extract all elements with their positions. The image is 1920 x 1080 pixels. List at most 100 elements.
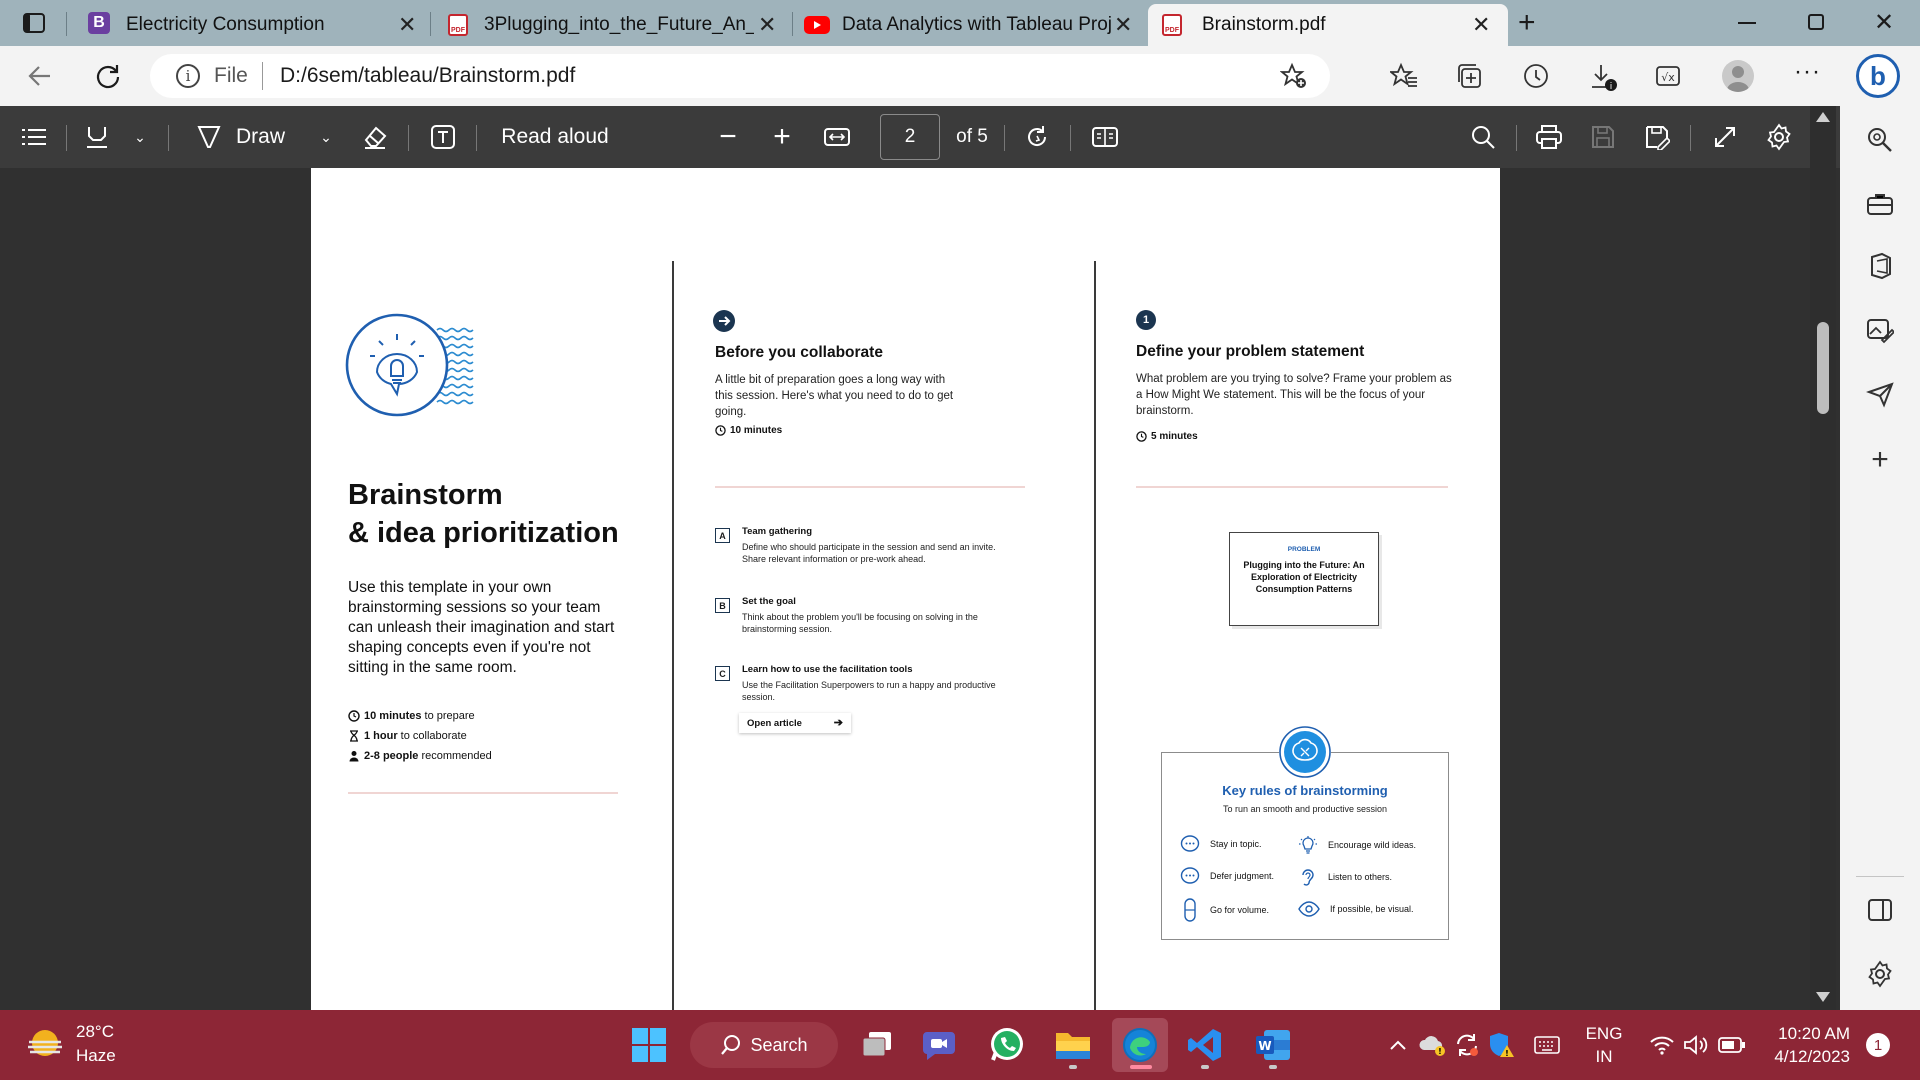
highlight-icon[interactable] [80,106,114,168]
volume-icon[interactable] [1680,1018,1712,1072]
history-icon[interactable] [1522,62,1550,90]
tab-electricity-consumption[interactable]: B Electricity Consumption ✕ [80,4,420,46]
send-icon[interactable] [1860,374,1900,414]
close-tab-icon[interactable]: ✕ [1472,12,1490,38]
add-favorite-icon[interactable] [1280,62,1308,90]
step-number-badge: 1 [1136,310,1156,330]
onedrive-icon[interactable]: ! [1418,1018,1448,1072]
edge-taskbar-icon[interactable] [1112,1018,1168,1072]
bing-chat-icon[interactable]: b [1856,54,1900,98]
page-view-icon[interactable] [1090,106,1120,168]
print-icon[interactable] [1534,106,1564,168]
tab-brainstorm-pdf[interactable]: PDF Brainstorm.pdf ✕ [1148,4,1508,46]
info-icon[interactable]: i [176,64,200,88]
arrow-right-icon: ➔ [833,717,843,729]
vertical-scrollbar[interactable] [1810,106,1836,1010]
sync-icon[interactable] [1452,1018,1482,1072]
clock-icon [348,710,360,722]
close-tab-icon[interactable]: ✕ [398,12,416,38]
column-divider [1094,261,1096,1010]
word-icon[interactable]: W [1248,1018,1298,1072]
close-window-icon[interactable]: ✕ [1874,8,1894,37]
wifi-icon[interactable] [1648,1018,1676,1072]
tab-actions-icon[interactable] [22,11,46,35]
close-tab-icon[interactable]: ✕ [1114,12,1132,38]
tab-title: Data Analytics with Tableau Proje [842,14,1112,35]
find-icon[interactable] [1468,106,1498,168]
taskbar-search[interactable]: Search [690,1022,838,1068]
rule-item: Defer judgment. [1180,867,1274,885]
file-explorer-icon[interactable] [1048,1018,1098,1072]
security-icon[interactable]: ! [1486,1018,1516,1072]
lightbulb-icon [1299,836,1317,854]
save-icon[interactable] [1588,106,1618,168]
whatsapp-icon[interactable] [982,1018,1032,1072]
clock[interactable]: 10:20 AM 4/12/2023 [1760,1022,1850,1068]
page-total: of 5 [952,106,992,168]
task-view-icon[interactable] [852,1018,902,1072]
step-text: Use the Facilitation Superpowers to run … [742,680,996,702]
contents-icon[interactable] [18,106,50,168]
read-aloud-button[interactable]: Read aloud [500,106,610,168]
problem-statement-text: What problem are you trying to solve? Fr… [1136,373,1452,417]
notification-badge[interactable]: 1 [1866,1033,1890,1057]
step-letter-box: A [715,528,730,543]
fullscreen-icon[interactable] [1710,106,1740,168]
hourglass-icon [350,730,358,742]
teams-chat-icon[interactable] [914,1018,964,1072]
fit-width-icon[interactable] [822,106,852,168]
zoom-out-icon[interactable]: − [716,106,740,168]
add-sidebar-app-icon[interactable]: + [1860,440,1900,480]
favorites-icon[interactable] [1390,62,1418,90]
start-button[interactable] [622,1018,676,1072]
settings-icon[interactable] [1764,106,1794,168]
touch-keyboard-icon[interactable] [1532,1018,1562,1072]
tools-icon[interactable] [1860,184,1900,224]
draw-button[interactable]: Draw [196,106,296,168]
stat-prepare: 10 minutes to prepare [348,706,492,726]
math-solver-icon[interactable]: √x [1654,62,1682,90]
step-title: Set the goal [742,596,796,607]
svg-text:i: i [1610,82,1613,92]
minimize-icon[interactable] [1738,22,1756,24]
text-box-icon[interactable] [426,106,460,168]
tab-plugging-pdf[interactable]: PDF 3Plugging_into_the_Future_An_E ✕ [436,4,786,46]
close-tab-icon[interactable]: ✕ [758,12,776,38]
restore-icon[interactable] [1808,14,1824,30]
url-text[interactable]: D:/6sem/tableau/Brainstorm.pdf [280,64,575,88]
zoom-in-icon[interactable]: + [770,106,794,168]
image-creator-icon[interactable] [1860,310,1900,350]
brain-badge-icon [1279,726,1331,778]
new-tab-icon[interactable]: + [1518,6,1536,40]
save-as-icon[interactable] [1642,106,1672,168]
scroll-up-arrow[interactable] [1816,112,1830,122]
search-sidebar-icon[interactable] [1860,120,1900,160]
draw-dropdown-icon[interactable]: ⌄ [316,106,336,168]
sidebar-settings-icon[interactable] [1860,954,1900,994]
language-indicator[interactable]: ENG IN [1578,1022,1630,1068]
vscode-icon[interactable] [1180,1018,1230,1072]
show-hidden-icons-chevron[interactable] [1386,1018,1410,1072]
weather-widget[interactable]: 28°C Haze [26,1020,146,1070]
more-options-icon[interactable]: ··· [1794,58,1821,86]
url-box[interactable]: i File D:/6sem/tableau/Brainstorm.pdf [150,54,1330,98]
collections-icon[interactable] [1456,62,1484,90]
battery-icon[interactable] [1716,1018,1748,1072]
read-aloud-label: Read aloud [501,125,609,148]
profile-avatar[interactable] [1722,60,1754,92]
page-number-input[interactable]: 2 [880,114,940,160]
scroll-thumb[interactable] [1817,322,1829,414]
tab-data-analytics-youtube[interactable]: Data Analytics with Tableau Proje ✕ [796,4,1146,46]
downloads-icon[interactable]: i [1588,62,1618,92]
office-icon[interactable] [1860,246,1900,286]
highlight-dropdown-icon[interactable]: ⌄ [130,106,150,168]
hide-sidebar-icon[interactable] [1860,890,1900,930]
person-icon [349,751,359,762]
title-line-1: Brainstorm [348,479,503,511]
refresh-icon[interactable] [94,62,122,90]
open-article-link[interactable]: Open article ➔ [739,713,851,733]
scroll-down-arrow[interactable] [1816,992,1830,1002]
rotate-icon[interactable] [1022,106,1052,168]
eraser-icon[interactable] [358,106,392,168]
back-icon[interactable] [26,62,54,90]
